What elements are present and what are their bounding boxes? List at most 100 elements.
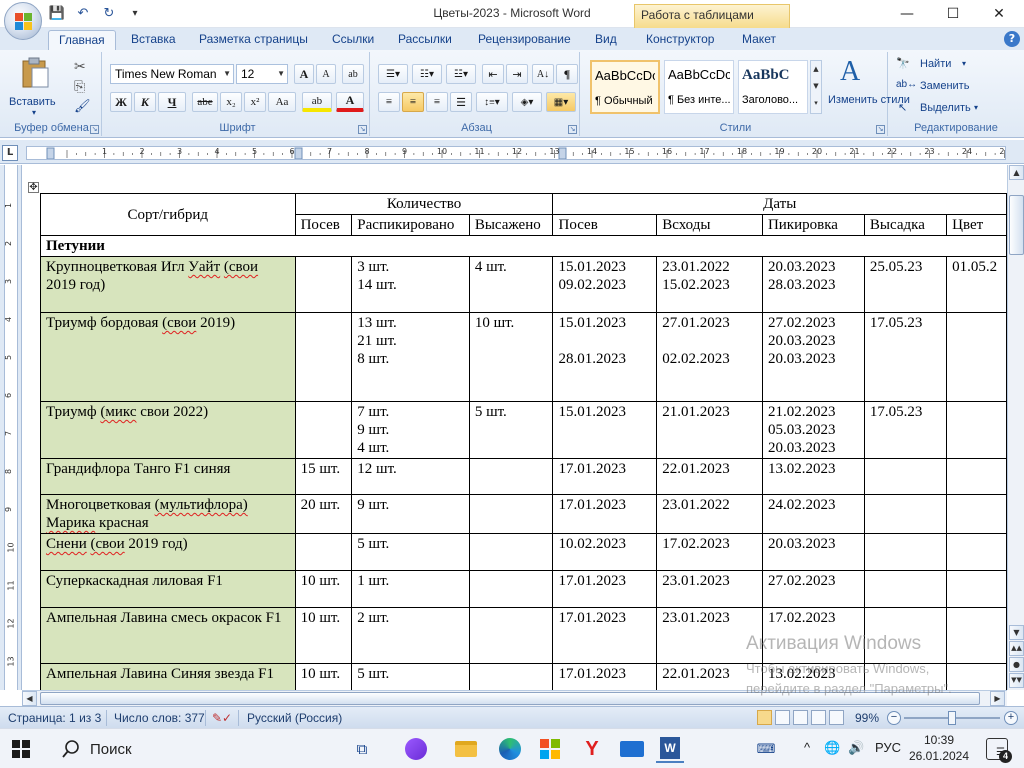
- full-screen-reading-view-icon[interactable]: [775, 710, 790, 725]
- paragraph-dialog-launcher-icon[interactable]: ↘: [568, 125, 577, 134]
- pick-date-cell[interactable]: 21.02.2023 05.03.2023 20.03.2023: [761, 401, 865, 459]
- horizontal-scrollbar[interactable]: ◀ ▶: [22, 690, 1007, 706]
- find-button[interactable]: 🔭 Найти ▾: [896, 56, 976, 74]
- browse-object-icon[interactable]: ●: [1009, 657, 1024, 672]
- sow-qty-cell[interactable]: 15 шт.: [294, 458, 353, 495]
- network-icon[interactable]: 🌐: [824, 740, 840, 756]
- outline-view-icon[interactable]: [811, 710, 826, 725]
- volume-icon[interactable]: 🔊: [848, 740, 864, 756]
- tab-table-design[interactable]: Конструктор: [636, 30, 724, 50]
- sow-date-cell[interactable]: 17.01.2023: [552, 458, 658, 495]
- vertical-scroll-thumb[interactable]: [1009, 195, 1024, 255]
- sow-date-cell[interactable]: 17.01.2023: [552, 570, 658, 608]
- pick-date-cell[interactable]: 24.02.2023: [761, 494, 865, 534]
- input-language[interactable]: РУС: [875, 740, 901, 755]
- cut-icon[interactable]: ✂: [74, 58, 86, 75]
- bloom-cell[interactable]: [946, 607, 1007, 664]
- sprout-date-cell[interactable]: 23.01.2023: [656, 607, 763, 664]
- next-page-icon[interactable]: ▼▼: [1009, 673, 1024, 688]
- picked-cell[interactable]: 12 шт.: [351, 458, 470, 495]
- align-left-button[interactable]: ≡: [378, 92, 400, 112]
- variety-cell[interactable]: Снени (свои 2019 год): [40, 533, 296, 571]
- sow-qty-cell[interactable]: 10 шт.: [294, 663, 353, 690]
- planted-cell[interactable]: 5 шт.: [468, 401, 554, 459]
- mail-icon[interactable]: [618, 735, 646, 763]
- change-styles-button[interactable]: A Изменить стили: [828, 56, 910, 118]
- print-layout-view-icon[interactable]: [757, 710, 772, 725]
- page-count[interactable]: Страница: 1 из 3: [8, 711, 101, 725]
- zoom-out-button[interactable]: −: [887, 711, 901, 725]
- align-center-button[interactable]: ≡: [402, 92, 424, 112]
- style-normal[interactable]: AaBbCcDc ¶ Обычный: [590, 60, 660, 114]
- document-area[interactable]: ✥ Сорт/гибрид Количество Даты Посев Расп…: [22, 165, 1007, 690]
- draft-view-icon[interactable]: [829, 710, 844, 725]
- bold-button[interactable]: Ж: [110, 92, 132, 112]
- sprout-date-cell[interactable]: 17.02.2023: [656, 533, 763, 571]
- borders-button[interactable]: ▦▾: [546, 92, 576, 112]
- picked-cell[interactable]: 9 шт.: [351, 494, 470, 534]
- scroll-left-icon[interactable]: ◀: [22, 691, 37, 706]
- styles-dialog-launcher-icon[interactable]: ↘: [876, 125, 885, 134]
- flower-table[interactable]: Сорт/гибрид Количество Даты Посев Распик…: [40, 193, 1007, 690]
- shrink-font-button[interactable]: A: [316, 64, 336, 84]
- file-explorer-icon[interactable]: [452, 735, 480, 763]
- taskbar-clock[interactable]: 10:39 26.01.2024: [906, 732, 972, 764]
- picked-cell[interactable]: 13 шт. 21 шт. 8 шт.: [351, 312, 470, 402]
- pick-date-cell[interactable]: 27.02.2023 20.03.2023 20.03.2023: [761, 312, 865, 402]
- tab-home[interactable]: Главная: [48, 30, 116, 50]
- picked-cell[interactable]: 1 шт.: [351, 570, 470, 608]
- task-view-icon[interactable]: ⧉: [348, 735, 376, 763]
- grow-font-button[interactable]: A: [294, 64, 314, 84]
- bloom-cell[interactable]: 01.05.2: [946, 256, 1007, 313]
- sprout-date-cell[interactable]: 23.01.2023: [656, 570, 763, 608]
- clear-formatting-button[interactable]: ab: [342, 64, 364, 84]
- plant-date-cell[interactable]: 17.05.23: [863, 312, 948, 402]
- picked-cell[interactable]: 7 шт. 9 шт. 4 шт.: [351, 401, 470, 459]
- justify-button[interactable]: ☰: [450, 92, 472, 112]
- sow-date-cell[interactable]: 17.01.2023: [552, 494, 658, 534]
- sow-qty-cell[interactable]: [294, 312, 353, 402]
- word-count[interactable]: Число слов: 377: [114, 711, 205, 725]
- variety-cell[interactable]: Триумф бордовая (свои 2019): [40, 312, 296, 402]
- clipboard-dialog-launcher-icon[interactable]: ↘: [90, 125, 99, 134]
- microsoft-store-icon[interactable]: [536, 735, 564, 763]
- pick-date-cell[interactable]: 27.02.2023: [761, 570, 865, 608]
- plant-date-cell[interactable]: [863, 663, 948, 690]
- help-icon[interactable]: ?: [1004, 31, 1020, 47]
- taskbar-search[interactable]: Поиск: [48, 733, 330, 765]
- bloom-cell[interactable]: [946, 458, 1007, 495]
- keyboard-icon[interactable]: ⌨: [752, 735, 780, 763]
- font-dialog-launcher-icon[interactable]: ↘: [358, 125, 367, 134]
- sow-date-cell[interactable]: 17.01.2023: [552, 607, 658, 664]
- show-marks-button[interactable]: ¶: [556, 64, 578, 84]
- web-layout-view-icon[interactable]: [793, 710, 808, 725]
- underline-button[interactable]: Ч: [158, 92, 186, 112]
- planted-cell[interactable]: [468, 607, 554, 664]
- prev-page-icon[interactable]: ▲▲: [1009, 641, 1024, 656]
- tab-selector-button[interactable]: L: [2, 145, 18, 161]
- scroll-right-icon[interactable]: ▶: [990, 691, 1005, 706]
- variety-cell[interactable]: Крупноцветковая Игл Уайт (свои 2019 год): [40, 256, 296, 313]
- sprout-date-cell[interactable]: 23.01.2022: [656, 494, 763, 534]
- variety-cell[interactable]: Ампельная Лавина смесь окрасок F1: [40, 607, 296, 664]
- bloom-cell[interactable]: [946, 401, 1007, 459]
- edge-browser-icon[interactable]: [496, 735, 524, 763]
- sow-qty-cell[interactable]: [294, 256, 353, 313]
- variety-cell[interactable]: Суперкаскадная лиловая F1: [40, 570, 296, 608]
- sow-qty-cell[interactable]: 10 шт.: [294, 607, 353, 664]
- sprout-date-cell[interactable]: 22.01.2023: [656, 458, 763, 495]
- increase-indent-button[interactable]: ⇥: [506, 64, 528, 84]
- sow-date-cell[interactable]: 15.01.2023 28.01.2023: [552, 312, 658, 402]
- column-marker[interactable]: [46, 147, 55, 159]
- word-taskbar-icon[interactable]: W: [656, 735, 684, 763]
- bloom-cell[interactable]: [946, 663, 1007, 690]
- horizontal-scroll-thumb[interactable]: [40, 692, 980, 705]
- tray-expand-icon[interactable]: ^: [804, 740, 810, 755]
- office-button[interactable]: [4, 2, 42, 40]
- bloom-cell[interactable]: [946, 570, 1007, 608]
- planted-cell[interactable]: 10 шт.: [468, 312, 554, 402]
- close-button[interactable]: ✕: [976, 0, 1022, 28]
- bloom-cell[interactable]: [946, 312, 1007, 402]
- ruler-bar[interactable]: 1 2 3 4 5 6 7 8 9 10 11 12 13 14 15 16 17 18 19 20 21 22 23 24 2…: [26, 146, 1006, 160]
- replace-button[interactable]: ab↔ Заменить: [896, 78, 986, 96]
